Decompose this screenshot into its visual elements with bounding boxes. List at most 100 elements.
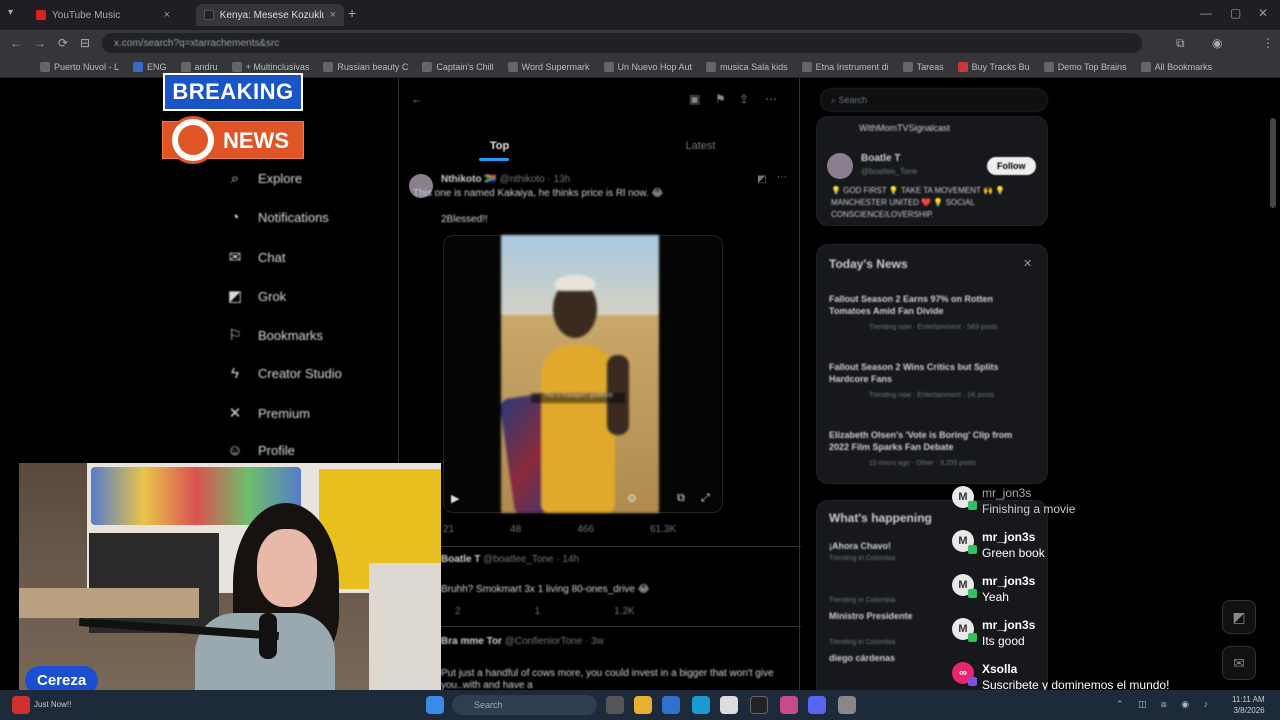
trend-headline[interactable]: ¡Ahora Chavo! bbox=[829, 541, 891, 551]
grok-icon[interactable]: ◩ bbox=[1222, 600, 1256, 634]
follow-handle: @boatlee_Tone bbox=[861, 167, 918, 176]
app-icon[interactable] bbox=[838, 696, 856, 714]
discord-icon[interactable] bbox=[808, 696, 826, 714]
nav-creator-studio[interactable]: ϟ Creator Studio bbox=[226, 365, 342, 382]
maximize-button[interactable]: ▢ bbox=[1230, 6, 1241, 20]
site-settings-icon[interactable]: ⊟ bbox=[80, 36, 90, 50]
news-headline[interactable]: Elizabeth Olsen's 'Vote is Boring' Clip … bbox=[829, 429, 1029, 453]
folder-icon bbox=[706, 61, 717, 72]
back-arrow-icon[interactable]: ← bbox=[10, 36, 22, 50]
bookmark-item[interactable]: Puerto Nuvol - L bbox=[40, 61, 119, 72]
address-bar[interactable]: x.com/search?q=xtarrachements&src bbox=[102, 33, 1142, 53]
nav-grok[interactable]: ◩ Grok bbox=[226, 287, 286, 305]
close-icon[interactable]: ✕ bbox=[1023, 257, 1032, 270]
bookmark-item[interactable]: Word Supermark bbox=[507, 61, 590, 72]
bookmark-item[interactable]: andru bbox=[180, 61, 218, 72]
repost-count[interactable]: 1 bbox=[535, 606, 541, 617]
messages-icon[interactable]: ✉ bbox=[1222, 646, 1256, 680]
repost-count[interactable]: 48 bbox=[510, 524, 521, 535]
reload-icon[interactable]: ⟳ bbox=[58, 36, 68, 50]
trend-headline[interactable]: diego cárdenas bbox=[829, 653, 895, 663]
weather-icon[interactable] bbox=[12, 696, 30, 714]
taskbar-clock[interactable]: 11:11 AM 3/8/2026 bbox=[1232, 694, 1265, 716]
bookmark-item[interactable]: Tareas bbox=[902, 61, 944, 72]
news-headline[interactable]: Fallout Season 2 Wins Critics but Splits… bbox=[829, 361, 1029, 385]
back-arrow-icon[interactable]: ← bbox=[411, 92, 423, 106]
nav-explore[interactable]: ⌕ Explore bbox=[226, 170, 302, 187]
browser-tab-x[interactable]: Kenya: Mesese Kozuklu × bbox=[196, 4, 344, 26]
folder-icon bbox=[231, 61, 242, 72]
chrome-icon[interactable] bbox=[720, 696, 738, 714]
bookmark-item[interactable]: Russian beauty C bbox=[323, 61, 408, 72]
settings-icon[interactable]: ⚙ bbox=[627, 492, 637, 505]
avatar[interactable] bbox=[827, 153, 853, 179]
more-icon[interactable]: ⋯ bbox=[777, 172, 787, 183]
taskbar-search[interactable]: Search bbox=[452, 695, 597, 715]
nav-profile[interactable]: ☺ Profile bbox=[226, 442, 295, 459]
follow-button[interactable]: Follow bbox=[987, 157, 1036, 175]
tab-search-icon[interactable]: ▾ bbox=[8, 7, 13, 18]
chat-username: mr_jon3s bbox=[982, 618, 1036, 632]
system-tray[interactable]: ⌃ ◫ ⧈ ◉ ♪ bbox=[1116, 699, 1214, 710]
bookmark-item[interactable]: Captain's Chill bbox=[422, 61, 494, 72]
bookmark-item[interactable]: Demo Top Brains bbox=[1043, 61, 1127, 72]
bookmark-item[interactable]: musica Sala kids bbox=[706, 61, 788, 72]
bookmark-item[interactable]: Un Nuevo Hop Aut bbox=[603, 61, 692, 72]
chat-text: Yeah bbox=[982, 590, 1009, 604]
forward-arrow-icon[interactable]: → bbox=[34, 36, 46, 50]
bookmark-item[interactable]: + Multinclusivas bbox=[231, 61, 309, 72]
trend-headline[interactable]: Ministro Presidente bbox=[829, 611, 913, 621]
like-count[interactable]: 466 bbox=[577, 524, 594, 535]
more-icon[interactable]: ⋯ bbox=[765, 92, 777, 106]
bookmark-icon[interactable]: ⚑ bbox=[715, 92, 726, 106]
app-icon[interactable] bbox=[750, 696, 768, 714]
bookmark-item[interactable]: Etna Instrument di bbox=[801, 61, 889, 72]
pip-icon[interactable]: ⧉ bbox=[677, 492, 685, 505]
obs-icon[interactable] bbox=[780, 696, 798, 714]
all-bookmarks[interactable]: All Bookmarks bbox=[1140, 61, 1212, 72]
nav-bookmarks[interactable]: ⚐ Bookmarks bbox=[226, 326, 323, 344]
task-view-icon[interactable] bbox=[606, 696, 624, 714]
menu-icon[interactable]: ⋮ bbox=[1262, 36, 1274, 50]
page-scrollbar[interactable] bbox=[1270, 118, 1276, 208]
reply-count[interactable]: 21 bbox=[443, 524, 454, 535]
share-icon[interactable]: ⇪ bbox=[739, 92, 749, 106]
news-meta: Trending now · Entertainment · 583 posts bbox=[869, 324, 998, 331]
tab-latest[interactable]: Latest bbox=[600, 134, 801, 164]
reply-count[interactable]: 2 bbox=[455, 606, 461, 617]
bookmark-item[interactable]: Buy Tracks Bu bbox=[957, 61, 1030, 72]
grok-icon[interactable]: ◩ bbox=[757, 174, 766, 185]
nav-premium[interactable]: ✕ Premium bbox=[226, 404, 310, 422]
bookmark-item[interactable]: ENG bbox=[133, 61, 167, 72]
tweet-author[interactable]: Bra mme Tor @ConfieniorTone · 3w bbox=[441, 636, 604, 647]
tweet-author[interactable]: Boatle T @boatlee_Tone · 14h bbox=[441, 554, 579, 565]
new-tab-button[interactable]: + bbox=[348, 5, 356, 21]
app-icon[interactable] bbox=[662, 696, 680, 714]
search-input[interactable]: ⌕ Search bbox=[820, 88, 1048, 112]
view-count[interactable]: 61.3K bbox=[650, 524, 676, 535]
browser-tab-youtube-music[interactable]: YouTube Music × bbox=[28, 4, 178, 26]
view-count[interactable]: 1.2K bbox=[614, 606, 635, 617]
news-headline[interactable]: Fallout Season 2 Earns 97% on Rotten Tom… bbox=[829, 293, 1029, 317]
nav-notifications[interactable]: ◔ Notifications bbox=[226, 209, 328, 226]
minimize-button[interactable]: — bbox=[1200, 6, 1212, 20]
play-icon[interactable]: ▶ bbox=[451, 492, 459, 505]
nav-chat[interactable]: ✉ Chat bbox=[226, 248, 286, 266]
tweet-author[interactable]: Nthikoto 🇿🇦 @nthikoto · 13h bbox=[441, 174, 570, 185]
subscriber-badge-icon bbox=[968, 589, 977, 598]
edge-icon[interactable] bbox=[692, 696, 710, 714]
close-tab-icon[interactable]: × bbox=[330, 9, 336, 21]
close-window-button[interactable]: ✕ bbox=[1258, 6, 1268, 20]
follow-name[interactable]: Boatle T bbox=[861, 153, 900, 164]
file-explorer-icon[interactable] bbox=[634, 696, 652, 714]
close-tab-icon[interactable]: × bbox=[164, 9, 170, 21]
image-icon[interactable]: ▣ bbox=[689, 92, 700, 106]
bolt-icon: ϟ bbox=[231, 365, 239, 382]
bookmark-icon bbox=[957, 61, 968, 72]
extensions-icon[interactable]: ⧉ bbox=[1176, 36, 1185, 51]
profile-icon[interactable]: ◉ bbox=[1212, 36, 1222, 50]
tweet-handle: @nthikoto · 13h bbox=[499, 174, 571, 185]
fullscreen-icon[interactable]: ⤢ bbox=[701, 492, 710, 505]
tweet-video[interactable]: This is Kakaiya's goldilock bbox=[501, 235, 659, 513]
start-icon[interactable] bbox=[426, 696, 444, 714]
